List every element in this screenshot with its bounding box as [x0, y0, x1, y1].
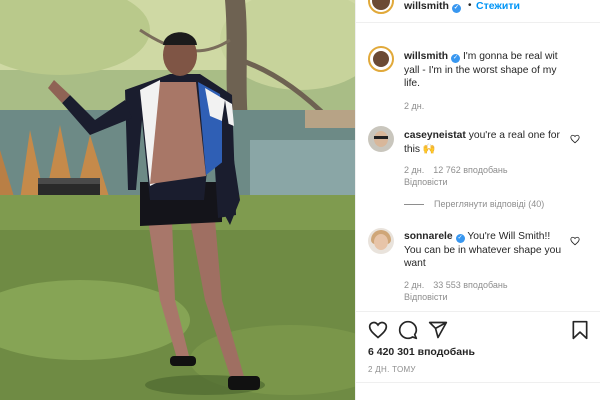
caption-username[interactable]: willsmith [404, 51, 448, 62]
comment-likes[interactable]: 33 553 вподобань [433, 280, 507, 290]
post-photo[interactable] [0, 0, 355, 400]
view-replies-button[interactable]: Переглянути відповіді (40) [404, 199, 544, 209]
author-username[interactable]: willsmith ✓ [404, 0, 461, 13]
header-divider [356, 22, 600, 23]
bottom-divider [356, 382, 600, 383]
verified-badge-icon: ✓ [455, 234, 465, 243]
caption-meta: 2 дн. [404, 100, 433, 112]
share-icon[interactable] [428, 320, 448, 340]
instagram-post-view: willsmith ✓ • Стежити willsmith ✓ I'm gonn… [0, 0, 600, 400]
comment-username[interactable]: caseyneistat [404, 130, 466, 141]
replies-line [404, 203, 424, 205]
author-avatar[interactable] [368, 0, 394, 14]
comment-meta: 2 дн. 12 762 вподобань Відповісти [404, 164, 517, 188]
post-photo-illustration [0, 0, 355, 400]
header-separator: • [468, 0, 472, 11]
comment-meta: 2 дн. 33 553 вподобань Відповісти [404, 279, 517, 303]
actions-divider [356, 311, 600, 312]
caption-avatar[interactable] [368, 46, 394, 72]
comment-time[interactable]: 2 дн. [404, 280, 424, 290]
post-header: willsmith ✓ • Стежити [356, 0, 600, 16]
commenter-avatar[interactable] [368, 126, 394, 152]
verified-badge-icon: ✓ [451, 54, 461, 63]
reply-button[interactable]: Відповісти [404, 292, 448, 302]
comment-icon[interactable] [398, 320, 418, 340]
reply-button[interactable]: Відповісти [404, 177, 448, 187]
comment-username[interactable]: sonnarele [404, 231, 453, 242]
view-replies-label[interactable]: Переглянути відповіді (40) [434, 199, 544, 209]
caption-time[interactable]: 2 дн. [404, 101, 424, 111]
bookmark-icon[interactable] [570, 320, 590, 340]
caption-body: willsmith ✓ I'm gonna be real wit yall - … [404, 50, 569, 91]
comment-like-heart-icon[interactable] [570, 134, 580, 144]
comment-body: sonnarele ✓ You're Will Smith!! You can b… [404, 230, 569, 271]
comment-like-heart-icon[interactable] [570, 236, 580, 246]
post-side-panel: willsmith ✓ • Стежити willsmith ✓ I'm gonn… [355, 0, 600, 400]
post-timestamp[interactable]: 2 ДН. ТОМУ [368, 365, 416, 374]
follow-button[interactable]: Стежити [476, 0, 520, 12]
comment-body: caseyneistat you're a real one for this … [404, 129, 569, 156]
comment-time[interactable]: 2 дн. [404, 165, 424, 175]
comment-likes[interactable]: 12 762 вподобань [433, 165, 507, 175]
commenter-avatar[interactable] [368, 228, 394, 254]
verified-badge-icon: ✓ [451, 4, 461, 13]
post-likes-count[interactable]: 6 420 301 вподобань [368, 346, 475, 358]
heart-icon[interactable] [368, 320, 388, 340]
